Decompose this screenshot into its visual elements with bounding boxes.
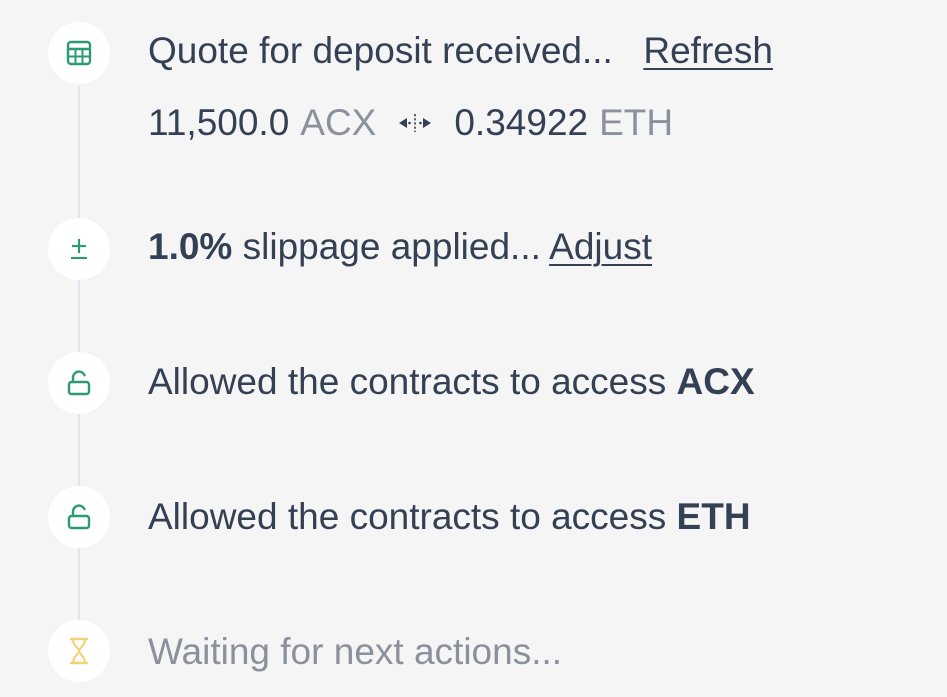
waiting-label: Waiting for next actions... (148, 631, 563, 672)
plus-minus-icon (71, 239, 87, 260)
to-amount: 0.34922 (454, 102, 589, 143)
step-icon-quote (48, 22, 110, 84)
allow-eth-token: ETH (676, 496, 751, 537)
slippage-label: slippage applied... (242, 226, 541, 267)
timeline-connector (78, 280, 80, 353)
step-text-slippage: 1.0% slippage applied... Adjust (148, 225, 652, 269)
refresh-link[interactable]: Refresh (643, 30, 773, 71)
allow-acx-label: Allowed the contracts to access (148, 361, 667, 402)
hourglass-icon (69, 637, 89, 665)
step-icon-waiting (48, 620, 110, 682)
from-amount: 11,500.0 (148, 102, 290, 143)
step-text-allow-eth: Allowed the contracts to access ETH (148, 495, 751, 539)
from-token: ACX (300, 102, 377, 143)
timeline-connector (78, 86, 80, 219)
allow-eth-label: Allowed the contracts to access (148, 496, 667, 537)
allow-acx-token: ACX (676, 361, 755, 402)
adjust-link[interactable]: Adjust (549, 226, 652, 267)
step-text-allow-acx: Allowed the contracts to access ACX (148, 360, 755, 404)
unlock-icon (67, 504, 91, 530)
calculator-icon (66, 40, 92, 66)
status-timeline: Quote for deposit received... Refresh 11… (0, 0, 947, 697)
step-text-quote: Quote for deposit received... Refresh (148, 29, 773, 73)
timeline-connector (78, 414, 80, 487)
swap-arrows-icon (398, 111, 432, 135)
unlock-icon (67, 370, 91, 396)
slippage-value: 1.0% (148, 226, 233, 267)
quote-conversion: 11,500.0 ACX 0.34922 ETH (148, 101, 673, 145)
step-icon-allow-acx (48, 352, 110, 414)
step-icon-allow-eth (48, 486, 110, 548)
step-text-waiting: Waiting for next actions... (148, 630, 562, 674)
timeline-connector (78, 548, 80, 621)
step-icon-slippage (48, 218, 110, 280)
to-token: ETH (599, 102, 674, 143)
quote-status-label: Quote for deposit received... (148, 30, 613, 71)
